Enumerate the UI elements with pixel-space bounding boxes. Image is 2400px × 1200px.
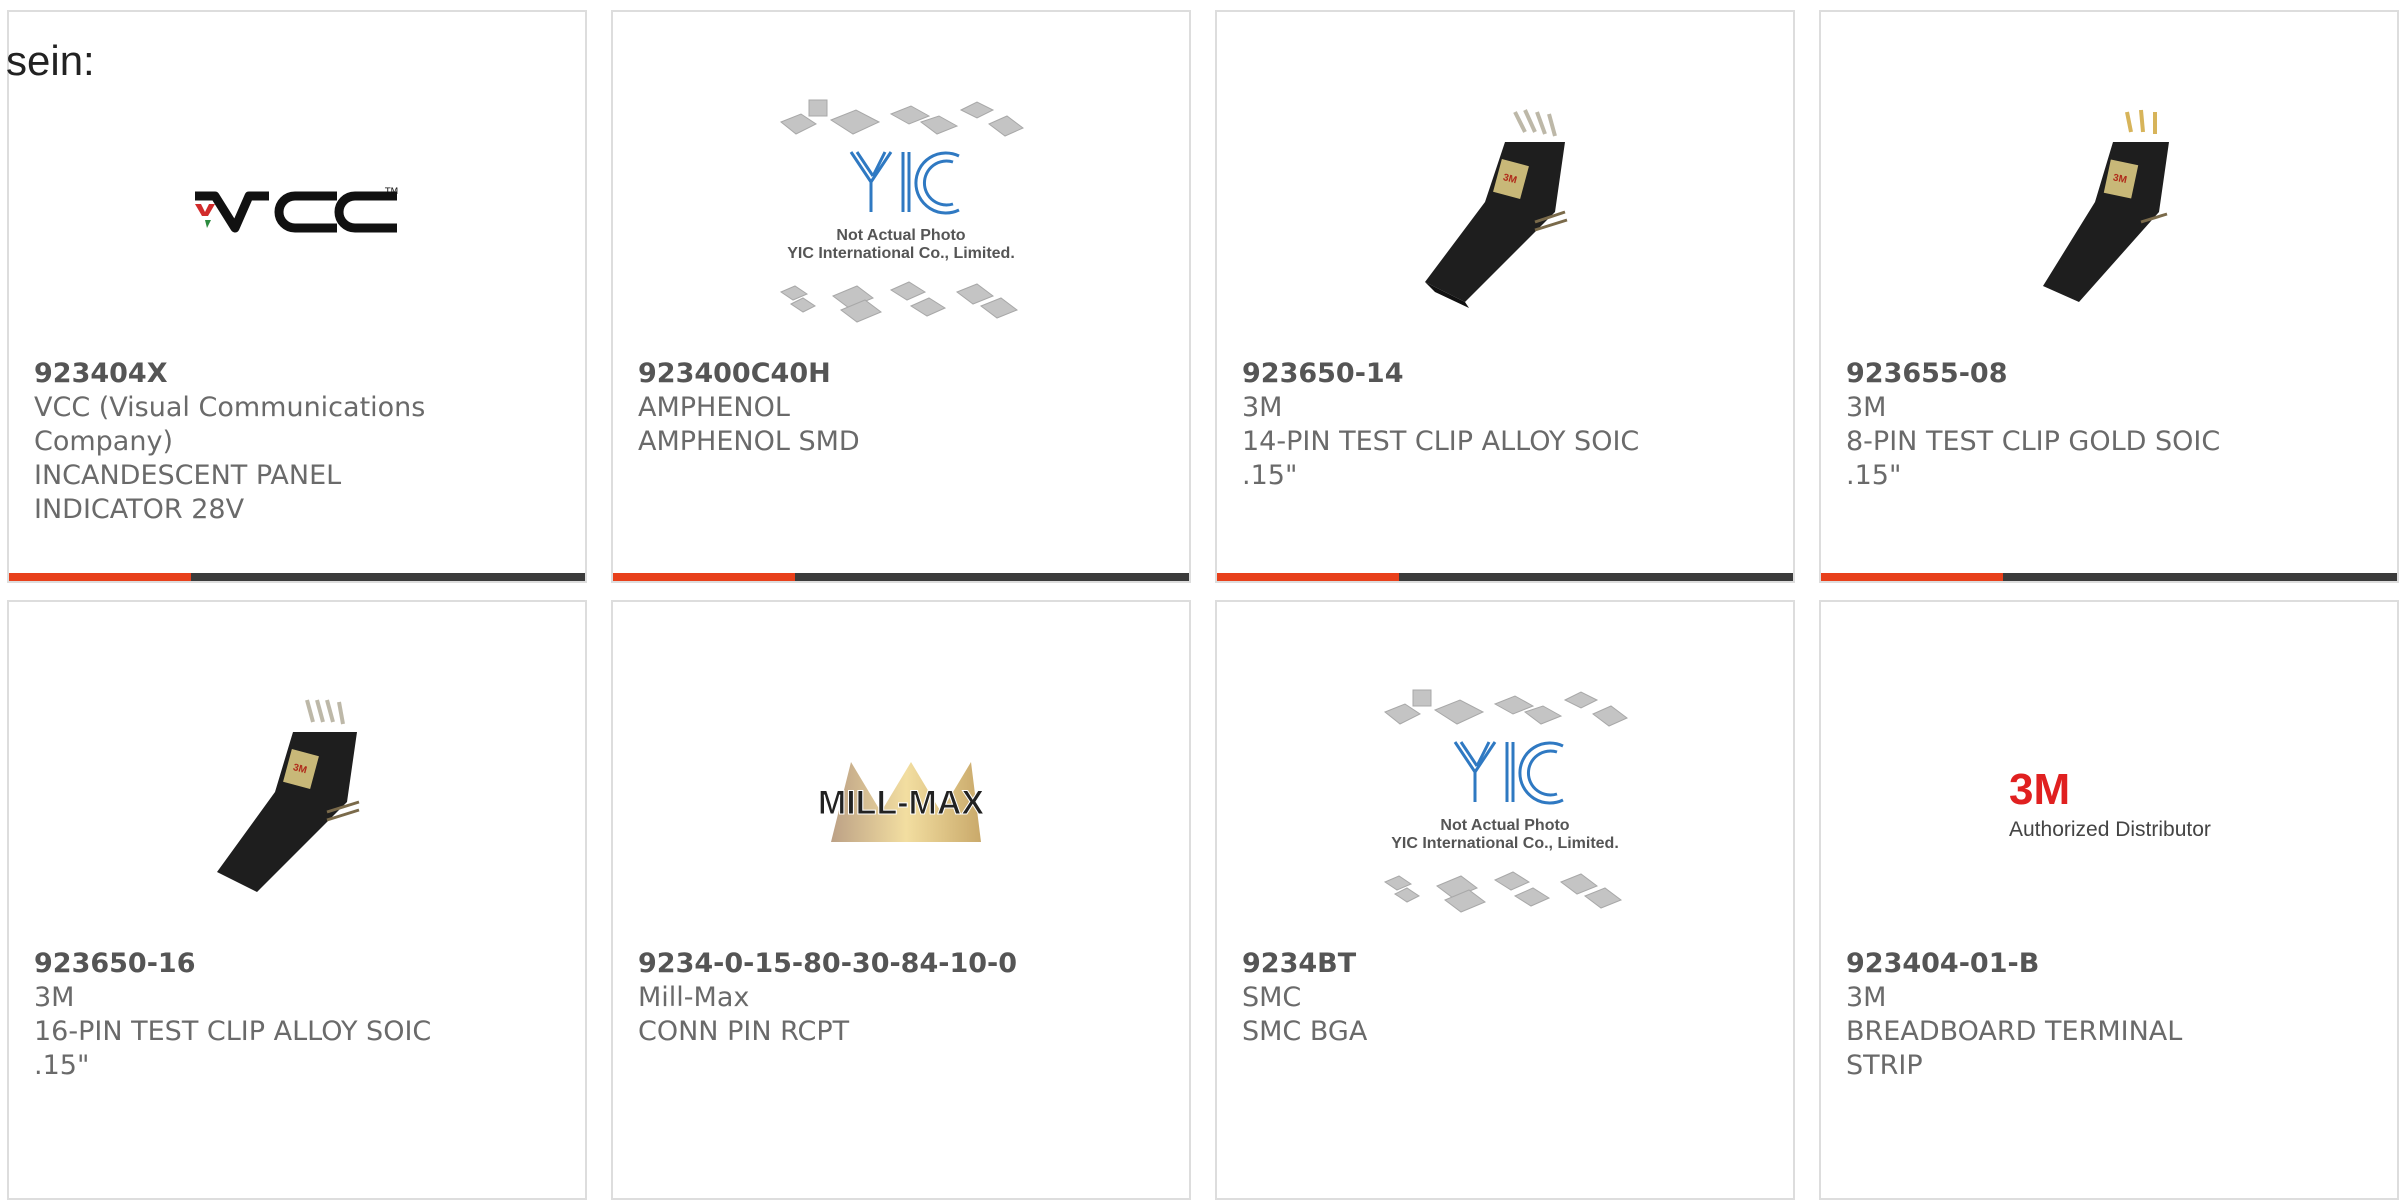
card-bar xyxy=(1821,573,2397,581)
product-card[interactable]: 3M 923650-16 3M 16-PIN TEST CLIP ALLOY S… xyxy=(7,600,587,1200)
test-clip-image: 3M xyxy=(9,662,585,942)
manufacturer: 3M xyxy=(1846,392,1887,423)
part-number[interactable]: 9234-0-15-80-30-84-10-0 xyxy=(638,947,1058,981)
part-number[interactable]: 923650-14 xyxy=(1242,357,1662,391)
test-clip-gold-image: 3M xyxy=(1821,72,2397,352)
manufacturer: 3M xyxy=(1242,392,1283,423)
product-card[interactable]: Not Actual Photo YIC International Co., … xyxy=(611,10,1191,583)
manufacturer: 3M xyxy=(34,982,75,1013)
yic-placeholder-image: Not Actual Photo YIC International Co., … xyxy=(613,72,1189,352)
product-card[interactable]: 3M Authorized Distributor 923404-01-B 3M… xyxy=(1819,600,2399,1200)
vcc-logo: TM xyxy=(9,72,585,352)
description: 8-PIN TEST CLIP GOLD SOIC .15" xyxy=(1846,426,2221,491)
product-card[interactable]: TM 923404X VCC (Visual Communications Co… xyxy=(7,10,587,583)
logo-tm: TM xyxy=(384,187,398,197)
svg-text:MILL-MAX: MILL-MAX xyxy=(818,784,985,822)
svg-text:YIC International Co., Limited: YIC International Co., Limited. xyxy=(787,245,1015,262)
description: AMPHENOL SMD xyxy=(638,426,860,457)
3m-authorized-distributor-logo: 3M Authorized Distributor xyxy=(1821,662,2397,942)
svg-text:3M: 3M xyxy=(2009,765,2070,814)
card-bar xyxy=(1217,573,1793,581)
part-number[interactable]: 923650-16 xyxy=(34,947,454,981)
svg-text:Authorized Distributor: Authorized Distributor xyxy=(2009,818,2211,841)
part-number[interactable]: 923404-01-B xyxy=(1846,947,2266,981)
product-card[interactable]: 3M 923655-08 3M 8-PIN TEST CLIP GOLD SOI… xyxy=(1819,10,2399,583)
card-bar xyxy=(613,573,1189,581)
description: INCANDESCENT PANEL INDICATOR 28V xyxy=(34,460,342,525)
lead-text: sein: xyxy=(6,37,95,84)
svg-text:Not Actual Photo: Not Actual Photo xyxy=(1440,817,1569,834)
product-card[interactable]: 3M 923650-14 3M 14-PIN TEST CLIP ALLOY S… xyxy=(1215,10,1795,583)
mill-max-logo: MILL-MAX xyxy=(613,662,1189,942)
manufacturer: AMPHENOL xyxy=(638,392,790,423)
manufacturer: 3M xyxy=(1846,982,1887,1013)
part-number[interactable]: 9234BT xyxy=(1242,947,1662,981)
manufacturer: VCC (Visual Communications Company) xyxy=(34,392,426,457)
description: BREADBOARD TERMINAL STRIP xyxy=(1846,1016,2183,1081)
product-card[interactable]: MILL-MAX 9234-0-15-80-30-84-10-0 Mill-Ma… xyxy=(611,600,1191,1200)
part-number[interactable]: 923404X xyxy=(34,357,454,391)
manufacturer: Mill-Max xyxy=(638,982,750,1013)
card-bar xyxy=(9,573,585,581)
manufacturer: SMC xyxy=(1242,982,1302,1013)
description: 16-PIN TEST CLIP ALLOY SOIC .15" xyxy=(34,1016,432,1081)
description: CONN PIN RCPT xyxy=(638,1016,850,1047)
product-card[interactable]: Not Actual Photo YIC International Co., … xyxy=(1215,600,1795,1200)
yic-placeholder-image: Not Actual Photo YIC International Co., … xyxy=(1217,662,1793,942)
description: 14-PIN TEST CLIP ALLOY SOIC .15" xyxy=(1242,426,1640,491)
part-number[interactable]: 923655-08 xyxy=(1846,357,2266,391)
description: SMC BGA xyxy=(1242,1016,1368,1047)
test-clip-image: 3M xyxy=(1217,72,1793,352)
part-number[interactable]: 923400C40H xyxy=(638,357,1058,391)
svg-text:YIC International Co., Limited: YIC International Co., Limited. xyxy=(1391,835,1619,852)
svg-text:Not Actual Photo: Not Actual Photo xyxy=(836,227,965,244)
